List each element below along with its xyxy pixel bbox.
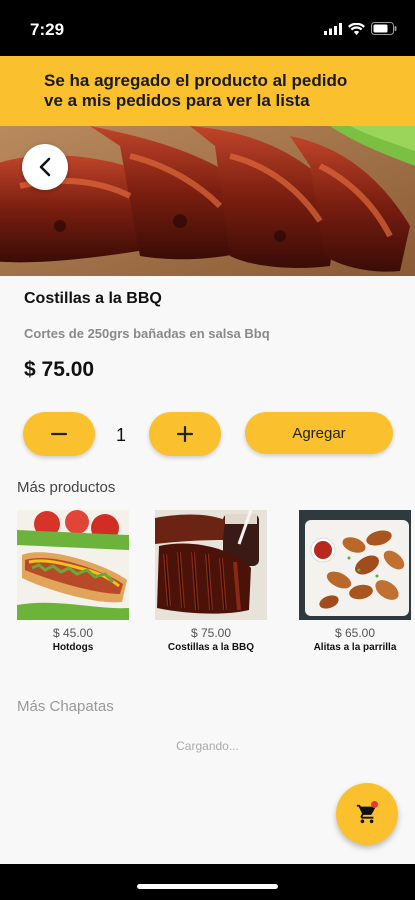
increase-quantity-button[interactable] [149, 412, 221, 456]
ribs-photo [0, 126, 415, 276]
status-icons [324, 22, 397, 35]
card-name: Alitas a la parrilla [313, 642, 397, 653]
ribs-image [155, 510, 267, 620]
success-banner: Se ha agregado el producto al pedido ve … [0, 56, 415, 126]
more-chapatas-title: Más Chapatas [17, 698, 114, 715]
card-price: $ 75.00 [190, 626, 232, 640]
signal-icon [324, 22, 342, 35]
status-bar: 7:29 [0, 0, 415, 56]
home-indicator[interactable] [137, 884, 278, 889]
quantity-value: 1 [115, 425, 126, 445]
cart-button[interactable] [336, 783, 398, 845]
product-card-hotdogs[interactable]: $ 45.00 Hotdogs [17, 510, 129, 653]
product-card-alitas[interactable]: $ 65.00 Alitas a la parrilla [299, 510, 411, 653]
wings-image [299, 510, 411, 620]
home-bar [0, 864, 415, 900]
hotdog-image [17, 510, 129, 620]
card-price: $ 45.00 [52, 626, 94, 640]
card-name: Hotdogs [52, 642, 94, 653]
battery-icon [371, 22, 397, 35]
decrease-quantity-button[interactable] [23, 412, 95, 456]
minus-icon [50, 432, 68, 436]
card-name: Costillas a la BBQ [167, 642, 255, 653]
product-description: Cortes de 250grs bañadas en salsa Bbq [24, 326, 270, 341]
wifi-icon [348, 22, 365, 35]
banner-line-2: ve a mis pedidos para ver la lista [44, 91, 310, 110]
banner-message: Se ha agregado el producto al pedido ve … [44, 71, 347, 111]
product-name: Costillas a la BBQ [24, 290, 162, 307]
product-price: $ 75.00 [24, 358, 95, 381]
more-products-title: Más productos [17, 479, 116, 496]
plus-icon [176, 425, 194, 443]
cart-notification-dot [371, 801, 378, 808]
add-to-order-button[interactable]: Agregar [245, 412, 393, 454]
loading-text: Cargando... [176, 739, 239, 753]
card-price: $ 65.00 [334, 626, 376, 640]
back-button[interactable] [22, 144, 68, 190]
chevron-left-icon [39, 157, 51, 177]
product-card-costillas[interactable]: $ 75.00 Costillas a la BBQ [155, 510, 267, 653]
banner-line-1: Se ha agregado el producto al pedido [44, 71, 348, 90]
product-screen: Se ha agregado el producto al pedido ve … [0, 56, 415, 864]
status-time: 7:29 [30, 20, 65, 39]
product-hero-image [0, 126, 415, 276]
